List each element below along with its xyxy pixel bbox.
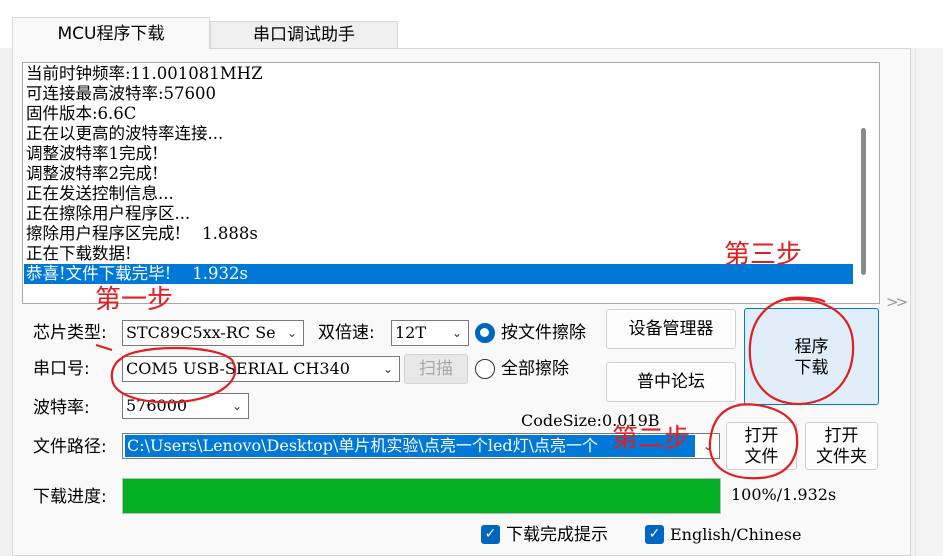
chevron-down-icon: ⌄ — [226, 394, 248, 418]
log-scrollbar[interactable] — [861, 128, 866, 275]
port-label: 串口号: — [33, 359, 90, 379]
erase-all-label: 全部擦除 — [501, 359, 569, 379]
program-download-label-1: 程序 — [794, 337, 829, 357]
download-progress-bar — [122, 478, 721, 514]
log-line: 调整波特率2完成! — [26, 164, 159, 183]
double-speed-value: 12T — [395, 323, 427, 342]
expand-chevron-icon[interactable]: >> — [886, 293, 912, 317]
chevron-down-icon: ⌄ — [446, 321, 468, 345]
port-value: COM5 USB-SERIAL CH340 — [126, 359, 350, 378]
baud-label: 波特率: — [33, 398, 90, 418]
baud-select[interactable]: 576000 ⌄ — [122, 393, 249, 419]
chip-type-select[interactable]: STC89C5xx-RC Se ⌄ — [122, 320, 304, 346]
log-line: 调整波特率1完成! — [26, 144, 159, 163]
language-checkbox[interactable]: ✓ — [645, 525, 664, 544]
annotation-step2: 第二步 — [612, 424, 691, 454]
double-speed-label: 双倍速: — [318, 323, 375, 343]
chevron-down-icon: ⌄ — [702, 439, 714, 453]
log-line: 正在擦除用户程序区... — [26, 204, 191, 223]
forum-button[interactable]: 普中论坛 — [606, 362, 736, 402]
chevron-down-icon: ⌄ — [281, 321, 303, 345]
progress-label: 下载进度: — [33, 487, 107, 507]
open-file-button[interactable]: 打开 文件 — [726, 422, 797, 470]
log-line: 当前时钟频率:11.001081MHZ — [26, 64, 263, 83]
progress-fill — [123, 479, 720, 513]
scan-button[interactable]: 扫描 — [404, 354, 468, 384]
annotation-step1: 第一步 — [95, 285, 174, 315]
log-line: 正在发送控制信息... — [26, 184, 174, 203]
language-label: English/Chinese — [670, 525, 802, 544]
chevron-down-icon: ⌄ — [377, 357, 399, 381]
progress-text: 100%/1.932s — [731, 485, 837, 504]
done-hint-label: 下载完成提示 — [506, 525, 608, 545]
open-file-label-1: 打开 — [744, 426, 779, 446]
device-manager-button[interactable]: 设备管理器 — [606, 309, 736, 349]
erase-by-file-radio[interactable] — [475, 323, 495, 343]
double-speed-select[interactable]: 12T ⌄ — [391, 320, 469, 346]
open-folder-label-1: 打开 — [824, 426, 859, 446]
open-folder-label-2: 文件夹 — [816, 447, 867, 467]
log-line: 可连接最高波特率:57600 — [26, 84, 217, 103]
log-line: 正在下载数据! — [26, 244, 132, 263]
tab-mcu-download[interactable]: MCU程序下载 — [12, 17, 210, 49]
chip-type-label: 芯片类型: — [33, 323, 107, 343]
baud-value: 576000 — [126, 396, 188, 415]
erase-by-file-label: 按文件擦除 — [501, 323, 586, 343]
erase-all-radio[interactable] — [475, 359, 495, 379]
port-select[interactable]: COM5 USB-SERIAL CH340 ⌄ — [122, 356, 400, 382]
file-path-value: C:\Users\Lenovo\Desktop\单片机实验\点亮一个led灯\点… — [125, 435, 695, 457]
annotation-step3: 第三步 — [724, 240, 803, 270]
file-path-label: 文件路径: — [33, 437, 107, 457]
done-hint-checkbox[interactable]: ✓ — [481, 525, 500, 544]
program-download-label-2: 下载 — [794, 358, 829, 378]
side-panel-strip — [915, 48, 943, 556]
open-file-label-2: 文件 — [744, 447, 779, 467]
tab-serial-assistant[interactable]: 串口调试助手 — [210, 21, 398, 49]
open-folder-button[interactable]: 打开 文件夹 — [805, 422, 878, 470]
chip-type-value: STC89C5xx-RC Se — [126, 323, 276, 342]
program-download-button[interactable]: 程序 下载 — [744, 308, 879, 405]
log-line: 擦除用户程序区完成! 1.888s — [26, 224, 258, 243]
log-line: 固件版本:6.6C — [26, 104, 137, 123]
log-line: 正在以更高的波特率连接... — [26, 124, 224, 143]
